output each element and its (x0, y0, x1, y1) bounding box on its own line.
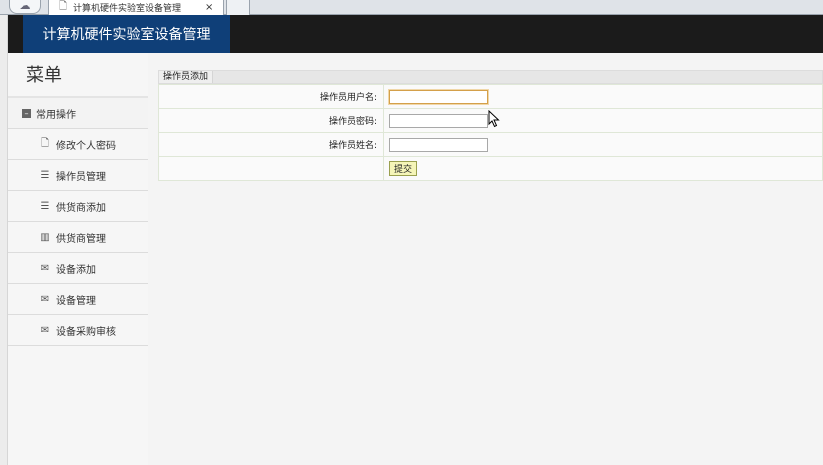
sidebar-item-supplier-manage[interactable]: ▥ 供货商管理 (8, 222, 148, 253)
mail-icon: ✉ (40, 324, 50, 336)
username-input[interactable] (389, 89, 488, 104)
collapse-icon: – (22, 108, 31, 118)
submit-button[interactable]: 提交 (389, 161, 418, 176)
sidebar-item-label: 设备采购审核 (56, 326, 116, 338)
list-icon: ☰ (40, 200, 50, 212)
form-header: 操作员添加 (158, 70, 823, 84)
sidebar-item-device-manage[interactable]: ✉ 设备管理 (8, 284, 148, 315)
name-label: 操作员姓名: (158, 132, 384, 157)
browser-tab[interactable]: 🗋 计算机硬件实验室设备管理 × (48, 0, 224, 15)
mail-icon: ✉ (40, 262, 50, 274)
sidebar-item-change-password[interactable]: 🗋 修改个人密码 (8, 129, 148, 160)
browser-tab-strip: ☁ 🗋 计算机硬件实验室设备管理 × (0, 0, 823, 15)
sidebar-item-label: 修改个人密码 (56, 140, 116, 152)
left-edge (0, 15, 8, 465)
sidebar-item-operator-manage[interactable]: ☰ 操作员管理 (8, 160, 148, 191)
password-label: 操作员密码: (158, 108, 384, 133)
sidebar-item-label: 操作员管理 (56, 171, 106, 183)
password-input[interactable] (389, 113, 488, 128)
cloud-icon[interactable]: ☁ (9, 0, 41, 14)
document-icon: 🗋 (59, 0, 68, 12)
menu-title: 菜单 (8, 53, 148, 98)
chart-icon: ▥ (40, 231, 50, 243)
list-icon: ☰ (40, 169, 50, 181)
sidebar-item-purchase-review[interactable]: ✉ 设备采购审核 (8, 315, 148, 346)
form-row-name: 操作员姓名: (158, 132, 823, 157)
mail-icon: ✉ (40, 293, 50, 305)
sidebar-group-label: 常用操作 (36, 109, 76, 121)
operator-add-form: 操作员用户名: 操作员密码: 操作员姓名: 提交 (158, 84, 823, 181)
form-row-username: 操作员用户名: (158, 84, 823, 109)
mouse-cursor-icon (488, 110, 500, 128)
sidebar-item-label: 供货商添加 (56, 202, 106, 214)
app-header: 计算机硬件实验室设备管理 (8, 15, 823, 53)
form-row-submit: 提交 (158, 156, 823, 181)
app-title: 计算机硬件实验室设备管理 (23, 15, 230, 53)
sidebar-item-supplier-add[interactable]: ☰ 供货商添加 (8, 191, 148, 222)
name-input[interactable] (389, 137, 488, 152)
sidebar-group-common[interactable]: – 常用操作 (8, 98, 148, 129)
sidebar: 菜单 – 常用操作 🗋 修改个人密码 ☰ 操作员管理 ☰ 供货商添加 ▥ 供货商… (8, 53, 148, 465)
document-icon: 🗋 (40, 137, 50, 149)
browser-tab-title: 计算机硬件实验室设备管理 (73, 3, 182, 14)
sidebar-item-device-add[interactable]: ✉ 设备添加 (8, 253, 148, 284)
sidebar-item-label: 设备添加 (56, 264, 96, 276)
username-label: 操作员用户名: (158, 84, 384, 109)
form-header-tab: 操作员添加 (159, 71, 214, 83)
sidebar-item-label: 供货商管理 (56, 233, 106, 245)
close-icon[interactable]: × (205, 2, 213, 13)
new-tab-button[interactable] (226, 0, 250, 15)
sidebar-item-label: 设备管理 (56, 295, 96, 307)
